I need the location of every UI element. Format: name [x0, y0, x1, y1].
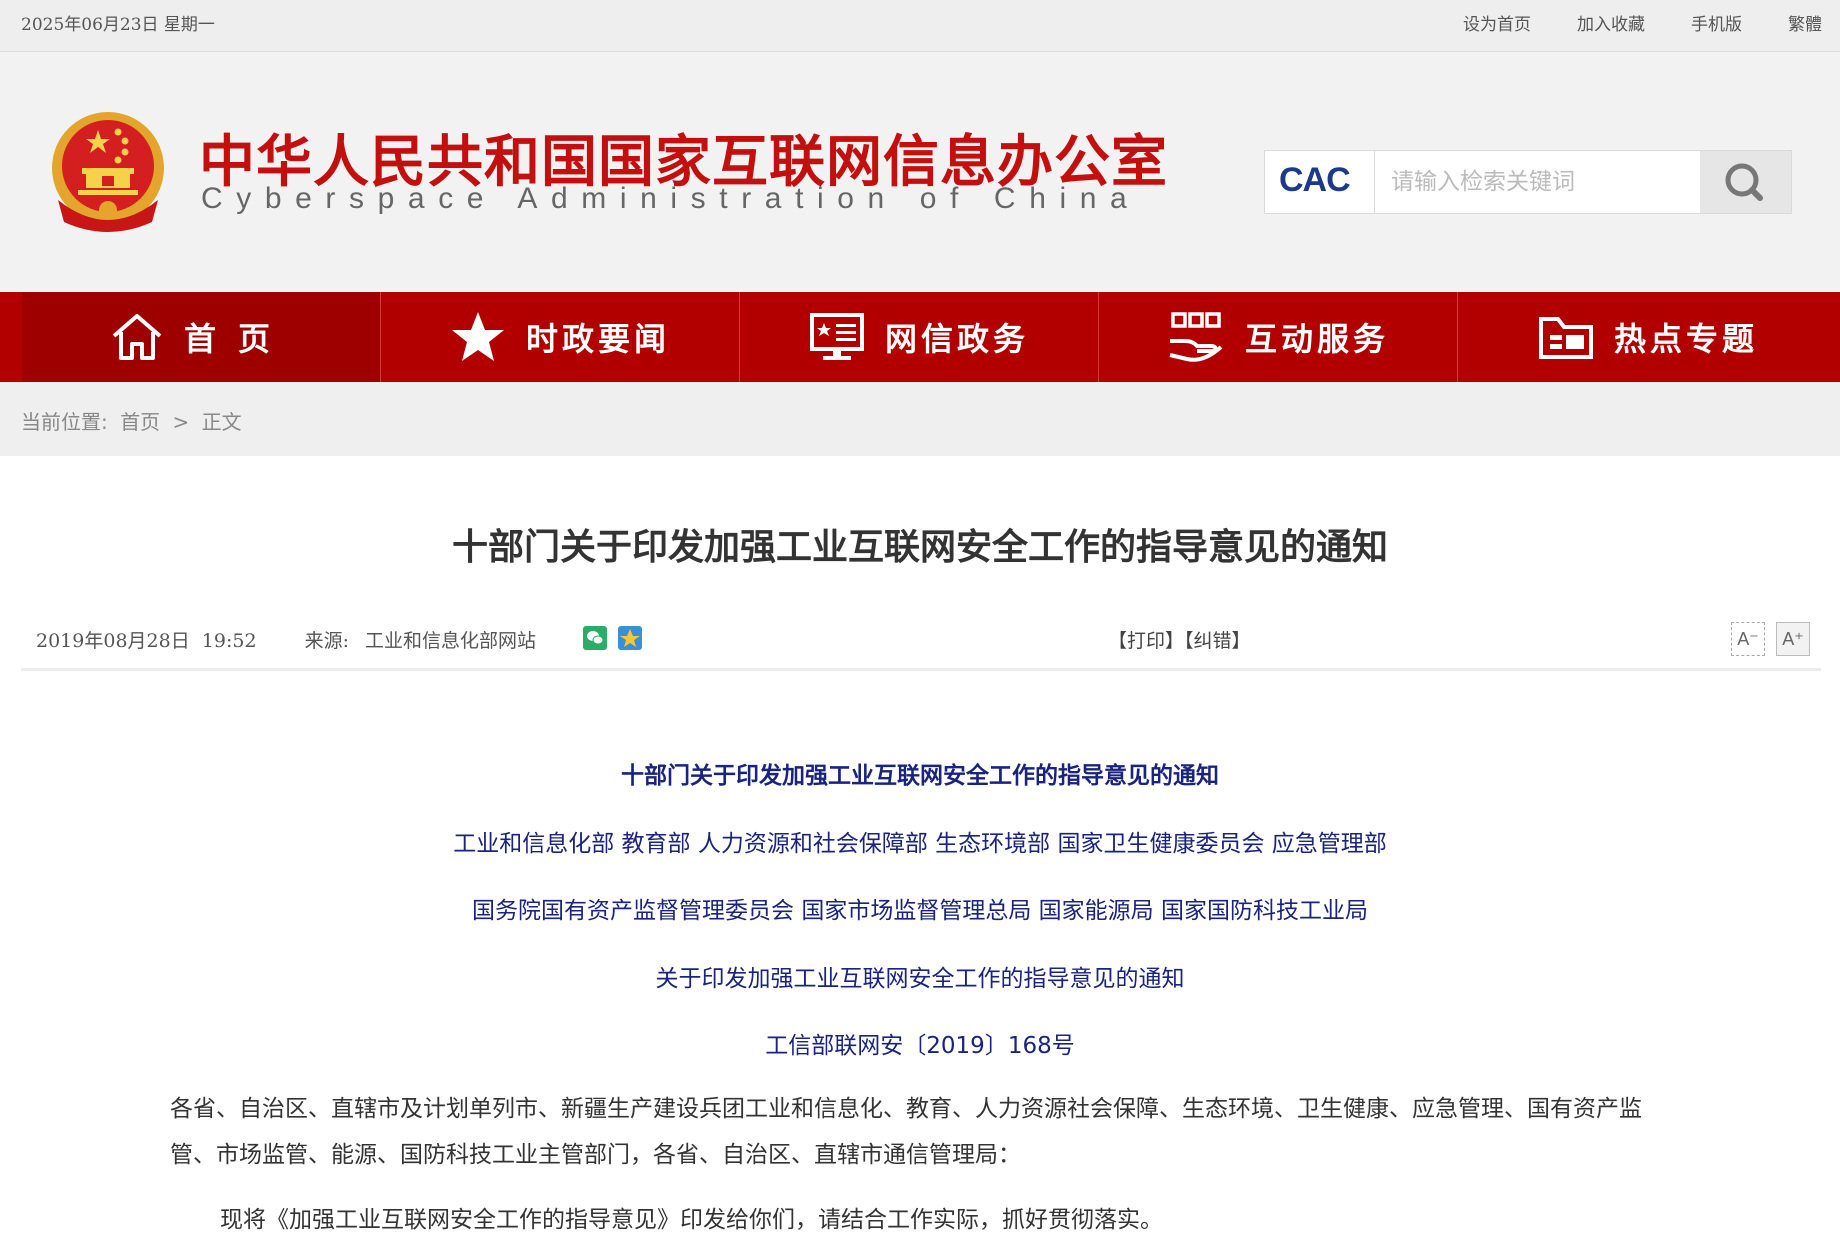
- doc-paragraph-body: 现将《加强工业互联网安全工作的指导意见》印发给你们，请结合工作实际，抓好贯彻落实…: [220, 1207, 1163, 1233]
- article-title: 十部门关于印发加强工业互联网安全工作的指导意见的通知: [451, 527, 1388, 568]
- nav-item-topics[interactable]: 热点专题: [1458, 292, 1838, 382]
- nav-label-home: 首页: [183, 320, 292, 358]
- nav-label-news: 时政要闻: [525, 320, 670, 358]
- search-input[interactable]: [1375, 151, 1713, 213]
- add-favorite-link[interactable]: 加入收藏: [1577, 10, 1645, 35]
- source-label: 来源:: [304, 630, 349, 652]
- qzone-share-icon[interactable]: [618, 626, 642, 650]
- breadcrumb-home-link[interactable]: 首页: [120, 410, 160, 434]
- folder-icon: [1538, 317, 1593, 359]
- search-icon: [1725, 163, 1763, 201]
- set-homepage-link[interactable]: 设为首页: [1463, 10, 1531, 35]
- font-increase-button[interactable]: A⁺: [1776, 622, 1810, 656]
- doc-number: 工信部联网安〔2019〕168号: [765, 1033, 1075, 1059]
- hand-service-icon: [1169, 312, 1223, 362]
- breadcrumb-label: 当前位置:: [21, 410, 108, 434]
- doc-notice-title: 关于印发加强工业互联网安全工作的指导意见的通知: [655, 966, 1185, 992]
- monitor-icon: [809, 313, 864, 360]
- nav-item-news[interactable]: 时政要闻: [381, 292, 740, 382]
- search-button[interactable]: [1700, 151, 1791, 213]
- breadcrumb: 当前位置: 首页 > 正文: [0, 382, 1840, 456]
- breadcrumb-separator: >: [172, 410, 190, 434]
- site-title-en: Cyberspace Administration of China: [201, 182, 1141, 215]
- source-name: 工业和信息化部网站: [365, 630, 537, 652]
- home-icon: [112, 314, 162, 360]
- top-links: 设为首页 加入收藏 手机版 繁體: [1417, 10, 1822, 35]
- doc-departments-line2: 国务院国有资产监督管理委员会 国家市场监督管理总局 国家能源局 国家国防科技工业…: [472, 898, 1368, 924]
- nav-label-affairs: 网信政务: [884, 320, 1029, 358]
- main-nav: 首页 时政要闻 网信政务 互动服务 热点专题: [0, 292, 1840, 382]
- print-link[interactable]: 【打印】: [1108, 630, 1184, 652]
- cac-logo: CAC: [1265, 151, 1375, 213]
- current-date: 2025年06月23日 星期一: [21, 15, 215, 35]
- mobile-version-link[interactable]: 手机版: [1691, 10, 1742, 35]
- doc-departments-line1: 工业和信息化部 教育部 人力资源和社会保障部 生态环境部 国家卫生健康委员会 应…: [453, 831, 1387, 857]
- top-utility-bar: 2025年06月23日 星期一 设为首页 加入收藏 手机版 繁體: [0, 0, 1840, 52]
- nav-item-affairs[interactable]: 网信政务: [740, 292, 1099, 382]
- cac-logo-text: CAC: [1279, 161, 1351, 199]
- wechat-share-icon[interactable]: [583, 626, 607, 650]
- publish-datetime: 2019年08月28日 19:52: [36, 630, 257, 652]
- nav-label-service: 互动服务: [1244, 320, 1389, 358]
- correct-link[interactable]: 【纠错】: [1184, 630, 1251, 652]
- nav-item-service[interactable]: 互动服务: [1099, 292, 1458, 382]
- font-decrease-button[interactable]: A⁻: [1731, 622, 1765, 656]
- article-meta: 2019年08月28日 19:52 来源: 工业和信息化部网站: [36, 626, 536, 653]
- article-actions: 【打印】【纠错】: [1108, 626, 1251, 653]
- nav-item-home[interactable]: 首页: [22, 292, 381, 382]
- traditional-chinese-link[interactable]: 繁體: [1788, 10, 1822, 35]
- star-icon: [451, 312, 504, 361]
- meta-divider: [21, 668, 1821, 671]
- national-emblem-icon: [52, 112, 164, 232]
- doc-title: 十部门关于印发加强工业互联网安全工作的指导意见的通知: [621, 763, 1219, 789]
- breadcrumb-current: 正文: [201, 410, 242, 434]
- nav-label-topics: 热点专题: [1613, 320, 1758, 358]
- search-box: CAC: [1264, 150, 1792, 214]
- site-header: 中华人民共和国国家互联网信息办公室 Cyberspace Administrat…: [0, 52, 1840, 291]
- doc-paragraph-addressees: 各省、自治区、直辖市及计划单列市、新疆生产建设兵团工业和信息化、教育、人力资源社…: [170, 1096, 1642, 1168]
